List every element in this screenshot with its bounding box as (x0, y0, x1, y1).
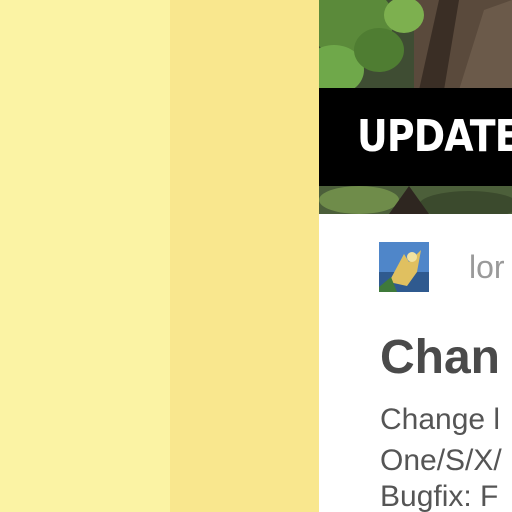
avatar-picture (379, 242, 429, 292)
post-excerpt-line: Change l (380, 403, 501, 436)
post-excerpt-line: Bugfix: F (380, 480, 499, 512)
post-card[interactable]: UPDATE lor Chan Change l One/S/X/ Bugfix… (319, 0, 512, 512)
user-avatar[interactable] (379, 242, 429, 292)
background-stripe-middle (170, 0, 319, 512)
update-banner: UPDATE (319, 88, 512, 186)
author-name[interactable]: lor (469, 248, 505, 286)
post-title[interactable]: Chan (380, 328, 500, 388)
hero-image[interactable]: UPDATE (319, 0, 512, 214)
page: UPDATE lor Chan Change l One/S/X/ Bugfix… (0, 0, 512, 512)
post-excerpt-line: One/S/X/ (380, 444, 502, 477)
update-banner-text: UPDATE (357, 111, 512, 162)
background-stripe-left (0, 0, 170, 512)
